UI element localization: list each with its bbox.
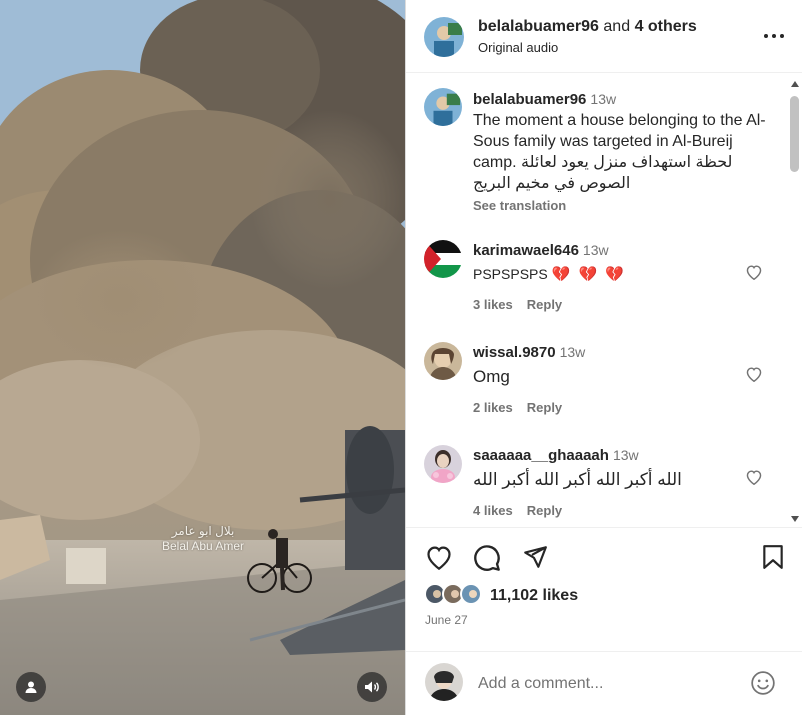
comments-list[interactable]: belalabuamer96 13w The moment a house bel… bbox=[406, 74, 802, 527]
comment-like-heart-icon[interactable] bbox=[745, 366, 763, 382]
audio-link[interactable]: Original audio bbox=[478, 40, 558, 55]
scrollbar-thumb[interactable] bbox=[790, 96, 799, 172]
post-date[interactable]: June 27 bbox=[425, 613, 468, 627]
comment-author: saaaaaa__ghaaaah 13w bbox=[473, 447, 639, 464]
comment-author: wissal.9870 13w bbox=[473, 344, 585, 361]
emoji-picker-icon[interactable] bbox=[750, 670, 776, 696]
comment-body: الله أكبر الله أكبر الله أكبر الله bbox=[473, 470, 682, 489]
watermark-arabic: بلال ابو عامر bbox=[171, 524, 235, 538]
likes-count[interactable]: 11,102 likes bbox=[490, 587, 578, 605]
save-bookmark-icon[interactable] bbox=[762, 544, 784, 570]
video-frame bbox=[0, 0, 405, 715]
author-avatar[interactable] bbox=[424, 17, 464, 57]
comment-time[interactable]: 13w bbox=[583, 242, 609, 258]
comment-likes[interactable]: 4 likes bbox=[473, 503, 513, 518]
post-video[interactable]: بلال ابو عامر Belal Abu Amer bbox=[0, 0, 405, 715]
comment-like-heart-icon[interactable] bbox=[745, 469, 763, 485]
comment-username-link[interactable]: karimawael646 bbox=[473, 242, 579, 259]
comment-author: karimawael646 13w bbox=[473, 242, 609, 259]
share-send-icon[interactable] bbox=[522, 544, 548, 570]
comment-text: الله أكبر الله أكبر الله أكبر الله bbox=[473, 469, 773, 490]
reply-button[interactable]: Reply bbox=[527, 400, 562, 415]
comments-scrollbar[interactable] bbox=[788, 74, 802, 527]
comment-meta: 2 likes Reply bbox=[473, 400, 576, 415]
caption-avatar[interactable] bbox=[424, 88, 462, 126]
caption-username-link[interactable]: belalabuamer96 bbox=[473, 91, 586, 108]
like-heart-icon[interactable] bbox=[425, 544, 453, 570]
tagged-users-button[interactable] bbox=[16, 672, 46, 702]
comment-avatar[interactable] bbox=[424, 240, 462, 278]
post-actions: 11,102 likes June 27 bbox=[406, 527, 802, 651]
comment-text: Omg bbox=[473, 366, 773, 387]
liker-avatar[interactable] bbox=[460, 583, 482, 605]
comment-avatar[interactable] bbox=[424, 342, 462, 380]
avatar-image bbox=[424, 17, 464, 57]
comment-meta: 3 likes Reply bbox=[473, 297, 576, 312]
post-header: belalabuamer96 and 4 others Original aud… bbox=[406, 0, 802, 73]
current-user-avatar[interactable] bbox=[425, 663, 463, 701]
comment-composer bbox=[406, 651, 802, 715]
user-icon bbox=[25, 681, 37, 693]
comment-item: karimawael646 13w PSPSPSPS 💔 💔 💔 3 likes Re… bbox=[406, 240, 786, 320]
caption-time[interactable]: 13w bbox=[590, 91, 616, 107]
comment-avatar[interactable] bbox=[424, 445, 462, 483]
comment-likes[interactable]: 3 likes bbox=[473, 297, 513, 312]
more-options-icon[interactable] bbox=[761, 26, 787, 46]
comment-icon[interactable] bbox=[473, 544, 501, 572]
comment-like-heart-icon[interactable] bbox=[745, 264, 763, 280]
reply-button[interactable]: Reply bbox=[527, 503, 562, 518]
caption-author: belalabuamer96 13w bbox=[473, 91, 616, 108]
avatar-image bbox=[424, 445, 462, 483]
comment-time[interactable]: 13w bbox=[613, 447, 639, 463]
comment-username-link[interactable]: saaaaaa__ghaaaah bbox=[473, 447, 609, 464]
comment-item: wissal.9870 13w Omg 2 likes Reply bbox=[406, 342, 786, 422]
watermark-english: Belal Abu Amer bbox=[161, 539, 245, 553]
post-authors: belalabuamer96 and 4 others bbox=[478, 18, 697, 36]
avatar-image bbox=[462, 585, 480, 603]
author-username-link[interactable]: belalabuamer96 bbox=[478, 18, 599, 35]
others-link[interactable]: 4 others bbox=[635, 18, 697, 35]
comment-body: Omg bbox=[473, 367, 510, 386]
palestine-flag-avatar bbox=[424, 240, 462, 278]
comment-username-link[interactable]: wissal.9870 bbox=[473, 344, 556, 361]
reply-button[interactable]: Reply bbox=[527, 297, 562, 312]
broken-heart-emojis: 💔 💔 💔 bbox=[551, 266, 627, 283]
scroll-down-arrow-icon[interactable] bbox=[790, 515, 800, 523]
scroll-up-arrow-icon[interactable] bbox=[790, 80, 800, 88]
and-text: and bbox=[603, 18, 631, 35]
post-caption: belalabuamer96 13w The moment a house bel… bbox=[406, 88, 786, 218]
avatar-image bbox=[424, 342, 462, 380]
comment-meta: 4 likes Reply bbox=[473, 503, 576, 518]
avatar-image bbox=[425, 663, 463, 701]
comment-likes[interactable]: 2 likes bbox=[473, 400, 513, 415]
speaker-icon bbox=[365, 681, 379, 693]
instagram-post-modal: بلال ابو عامر Belal Abu Amer belalabuame… bbox=[0, 0, 802, 715]
audio-toggle-button[interactable] bbox=[357, 672, 387, 702]
video-watermark: بلال ابو عامر Belal Abu Amer bbox=[148, 524, 258, 554]
avatar-image bbox=[424, 88, 462, 126]
caption-text: The moment a house belonging to the Al-S… bbox=[473, 110, 773, 194]
comment-text: PSPSPSPS 💔 💔 💔 bbox=[473, 264, 773, 285]
add-comment-input[interactable] bbox=[478, 672, 728, 696]
comment-time[interactable]: 13w bbox=[560, 344, 586, 360]
comment-body: PSPSPSPS bbox=[473, 266, 548, 282]
comment-item: saaaaaa__ghaaaah 13w الله أكبر الله أكبر … bbox=[406, 445, 786, 525]
see-translation-link[interactable]: See translation bbox=[473, 198, 566, 213]
post-sidebar: belalabuamer96 and 4 others Original aud… bbox=[405, 0, 802, 715]
